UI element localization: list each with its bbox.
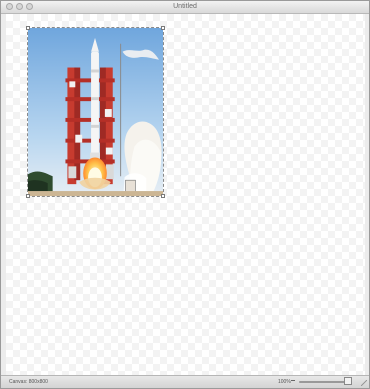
plus-icon[interactable] <box>344 377 352 385</box>
selection-handle-bottom-right[interactable] <box>161 194 165 198</box>
resize-grip-icon[interactable] <box>361 380 367 386</box>
zoom-slider-track[interactable] <box>299 379 349 384</box>
zoom-percent-label: 100% <box>278 379 291 385</box>
image-layer[interactable] <box>26 26 165 198</box>
status-bar: Canvas: 800x800 100% <box>1 375 369 388</box>
canvas-area[interactable] <box>6 14 365 376</box>
selection-handle-bottom-left[interactable] <box>26 194 30 198</box>
minus-icon[interactable] <box>291 380 295 381</box>
rocket-launch-image <box>28 28 163 196</box>
selection-handle-top-right[interactable] <box>161 26 165 30</box>
canvas-size-label: Canvas: 800x800 <box>9 379 48 385</box>
selection-handle-top-left[interactable] <box>26 26 30 30</box>
app-window: Untitled Canvas: 800x800 100% <box>0 0 370 389</box>
title-bar[interactable]: Untitled <box>1 1 369 14</box>
window-title: Untitled <box>173 3 197 10</box>
